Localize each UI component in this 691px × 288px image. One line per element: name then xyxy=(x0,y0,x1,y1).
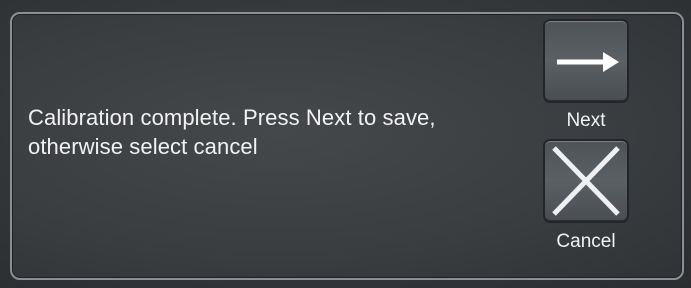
next-button-label[interactable]: Next xyxy=(543,110,629,132)
message-line-1: Calibration complete. Press Next to save… xyxy=(28,105,436,130)
dialog-message: Calibration complete. Press Next to save… xyxy=(28,103,528,161)
cancel-button[interactable] xyxy=(543,139,629,223)
cancel-button-label[interactable]: Cancel xyxy=(543,231,629,253)
screen-background: Calibration complete. Press Next to save… xyxy=(0,0,691,288)
message-line-2: otherwise select cancel xyxy=(28,134,258,159)
next-button[interactable] xyxy=(543,19,629,103)
